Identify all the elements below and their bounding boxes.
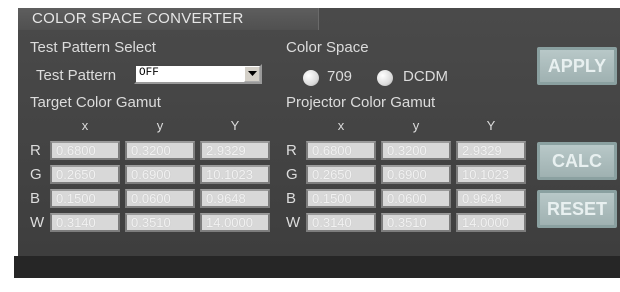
target-w-x[interactable]: 0.3140 [50, 213, 120, 232]
target-header-y: y [156, 118, 164, 133]
target-g-Y[interactable]: 10.1023 [200, 165, 270, 184]
radio-dcdm[interactable] [377, 70, 393, 86]
test-pattern-select[interactable]: OFF [134, 64, 262, 84]
test-pattern-value: OFF [139, 67, 159, 79]
projector-g-y[interactable]: 0.6900 [381, 165, 451, 184]
target-r-y[interactable]: 0.3200 [125, 141, 195, 160]
calc-button[interactable]: CALC [537, 142, 617, 180]
target-b-y[interactable]: 0.0600 [125, 189, 195, 208]
test-pattern-label: Test Pattern [36, 67, 117, 84]
color-space-converter-window: COLOR SPACE CONVERTER Test Pattern Selec… [0, 0, 620, 292]
target-r-Y[interactable]: 2.9329 [200, 141, 270, 160]
projector-header-Y: Y [486, 118, 496, 133]
target-header-x: x [81, 118, 89, 133]
target-w-Y[interactable]: 14.0000 [200, 213, 270, 232]
top-margin [0, 0, 620, 8]
reset-button[interactable]: RESET [537, 190, 617, 228]
color-space-label: Color Space [286, 39, 369, 56]
apply-button[interactable]: APPLY [537, 47, 617, 85]
radio-709-label: 709 [327, 68, 353, 85]
bottom-margin [0, 278, 620, 292]
radio-709[interactable] [303, 70, 319, 86]
projector-header-y: y [412, 118, 420, 133]
target-row-label: B [30, 190, 41, 207]
target-w-y[interactable]: 0.3510 [125, 213, 195, 232]
projector-g-Y[interactable]: 10.1023 [456, 165, 526, 184]
target-row-label: G [30, 166, 42, 183]
dropdown-arrow-icon[interactable] [244, 66, 260, 82]
projector-gamut-label: Projector Color Gamut [286, 94, 436, 111]
projector-header-x: x [337, 118, 345, 133]
projector-b-y[interactable]: 0.0600 [381, 189, 451, 208]
projector-w-x[interactable]: 0.3140 [306, 213, 376, 232]
projector-row-label: R [286, 142, 297, 159]
projector-row-label: B [286, 190, 297, 207]
projector-g-x[interactable]: 0.2650 [306, 165, 376, 184]
target-b-x[interactable]: 0.1500 [50, 189, 120, 208]
radio-dcdm-label: DCDM [403, 68, 448, 85]
projector-r-Y[interactable]: 2.9329 [456, 141, 526, 160]
projector-row-label: W [286, 214, 301, 231]
target-gamut-label: Target Color Gamut [30, 94, 161, 111]
target-g-x[interactable]: 0.2650 [50, 165, 120, 184]
panel-title: COLOR SPACE CONVERTER [32, 10, 244, 27]
projector-w-Y[interactable]: 14.0000 [456, 213, 526, 232]
target-g-y[interactable]: 0.6900 [125, 165, 195, 184]
test-pattern-section-label: Test Pattern Select [30, 39, 156, 56]
target-b-Y[interactable]: 0.9648 [200, 189, 270, 208]
target-header-Y: Y [230, 118, 240, 133]
bottom-bar [14, 256, 620, 278]
projector-r-x[interactable]: 0.6800 [306, 141, 376, 160]
projector-b-x[interactable]: 0.1500 [306, 189, 376, 208]
target-row-label: W [30, 214, 45, 231]
projector-row-label: G [286, 166, 298, 183]
projector-r-y[interactable]: 0.3200 [381, 141, 451, 160]
target-row-label: R [30, 142, 41, 159]
target-r-x[interactable]: 0.6800 [50, 141, 120, 160]
projector-w-y[interactable]: 0.3510 [381, 213, 451, 232]
projector-b-Y[interactable]: 0.9648 [456, 189, 526, 208]
